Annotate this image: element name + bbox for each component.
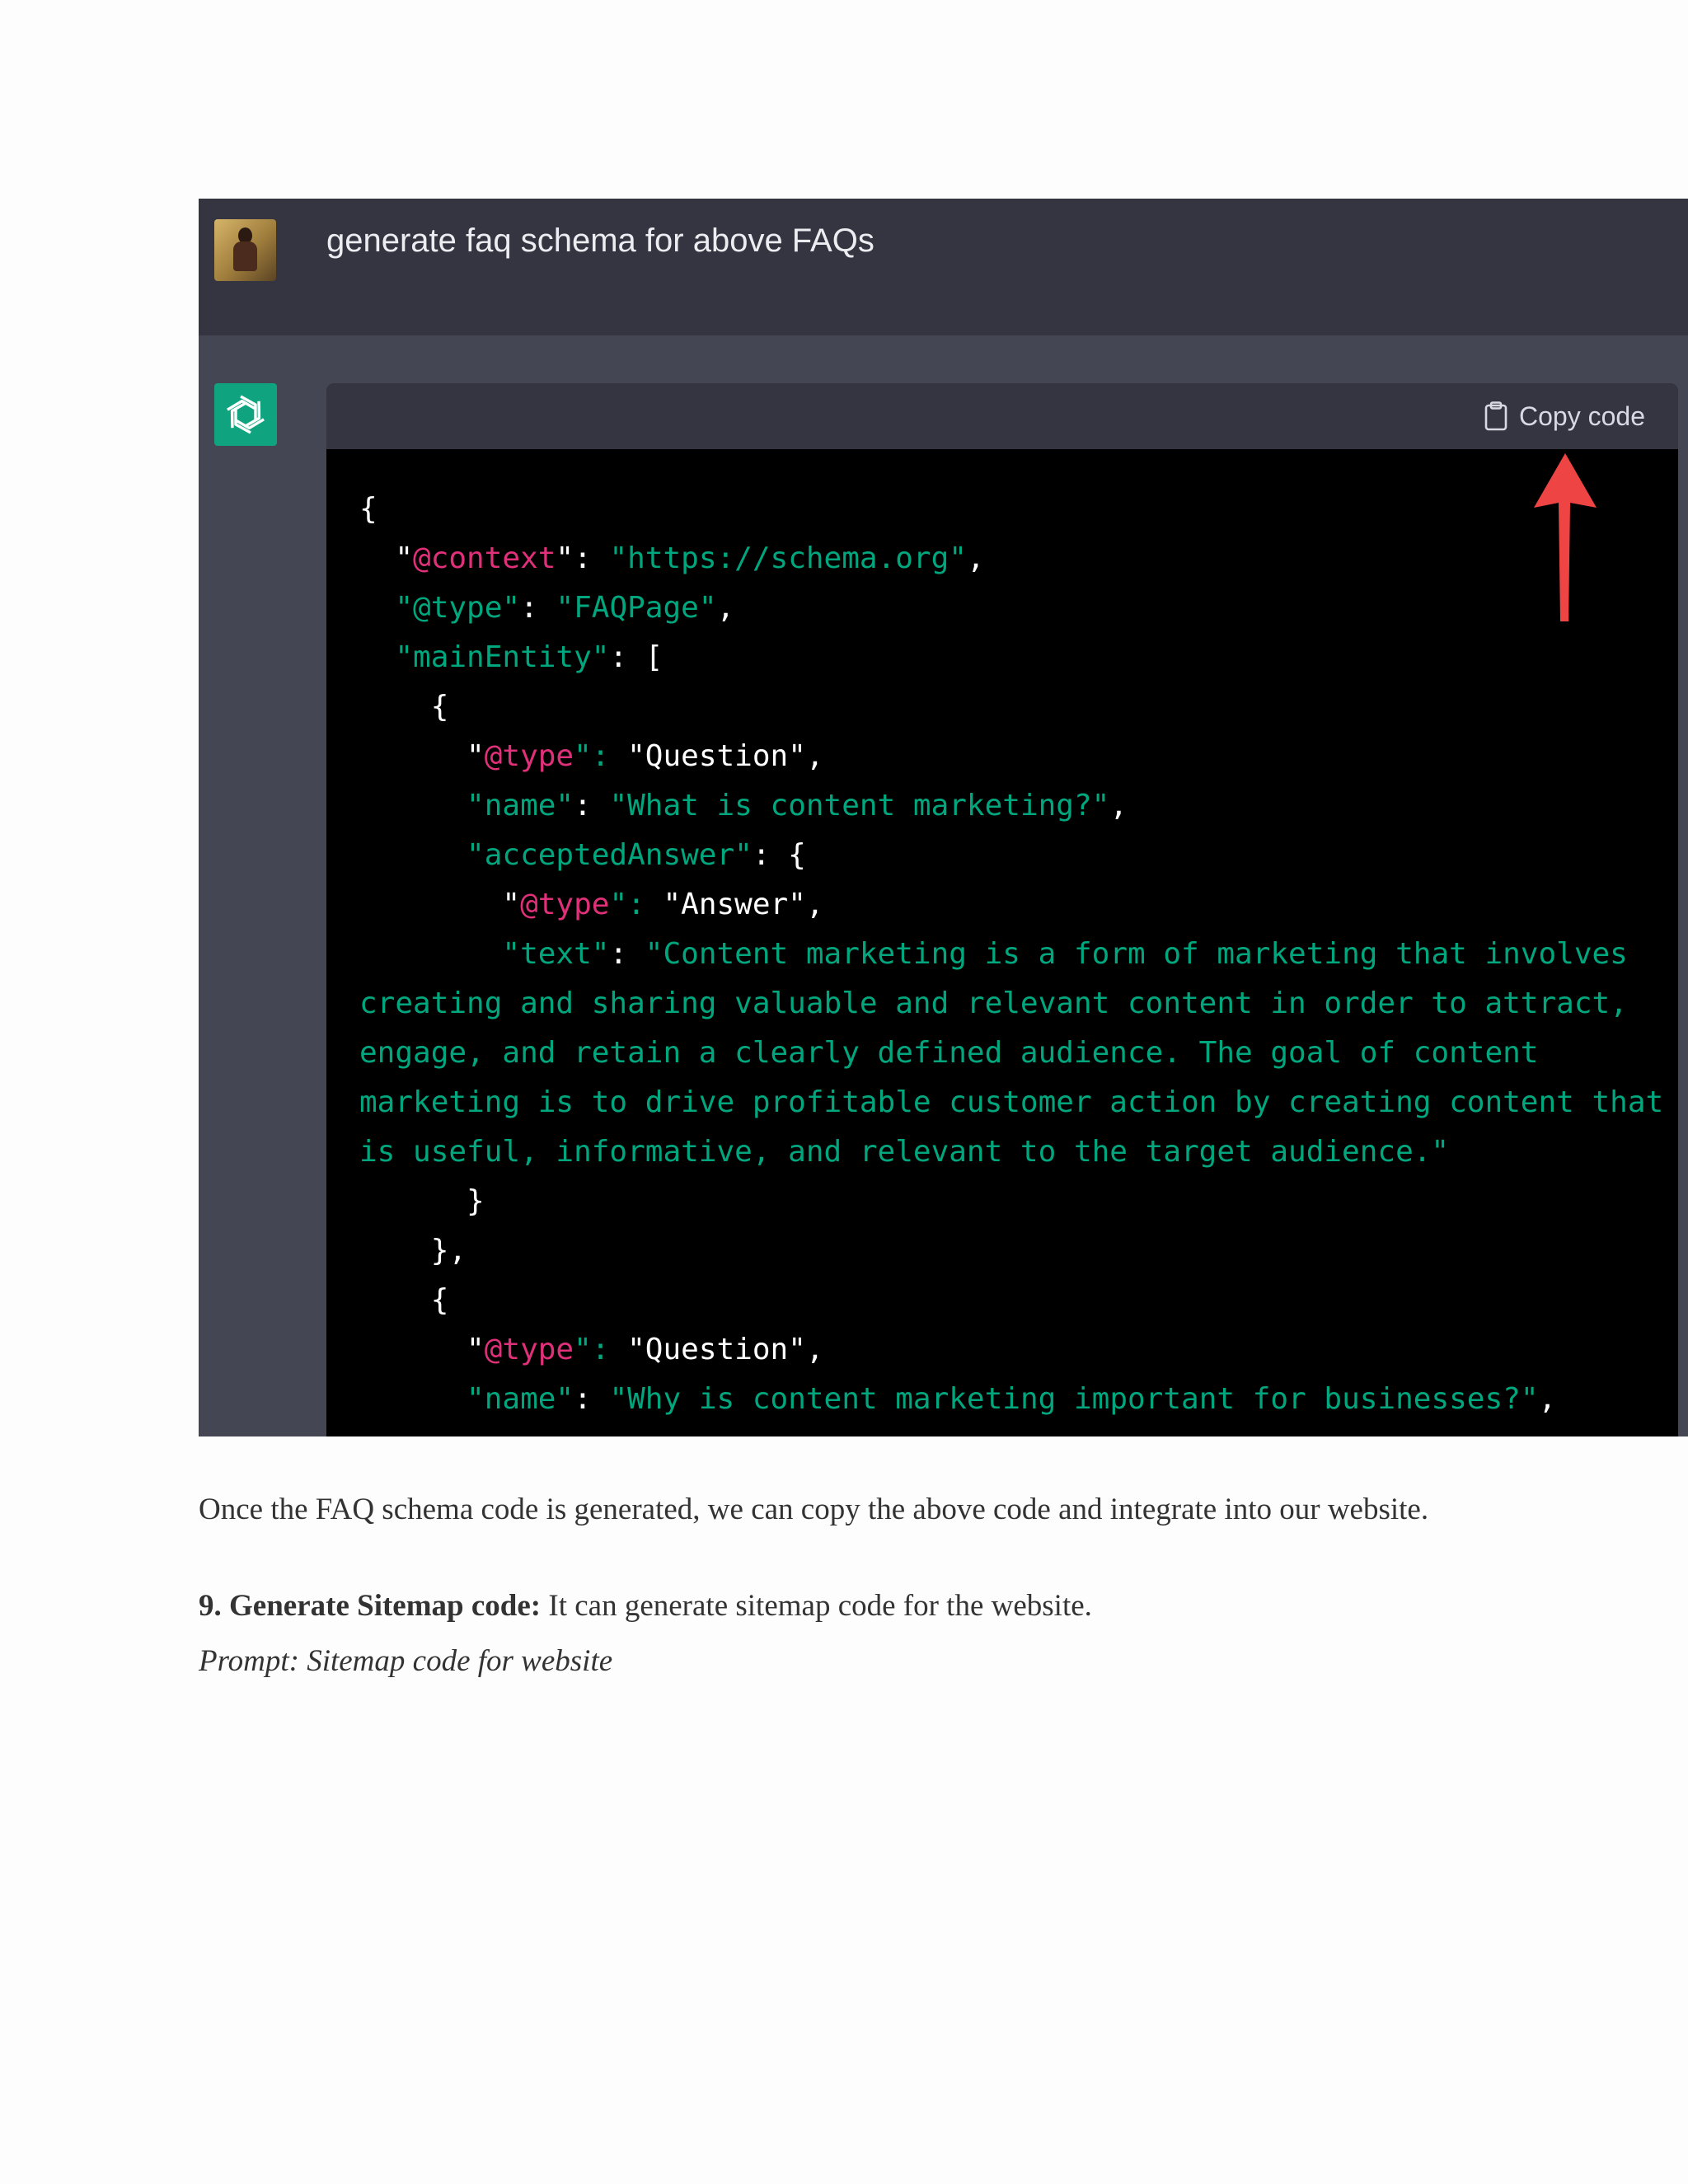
- paragraph-copy-code: Once the FAQ schema code is generated, w…: [199, 1493, 1429, 1526]
- code-token: },: [359, 1234, 467, 1268]
- code-token: ,: [1109, 789, 1128, 823]
- code-token: {: [359, 690, 449, 724]
- code-token: "name": [359, 789, 574, 823]
- copy-code-button[interactable]: Copy code: [1484, 396, 1645, 436]
- code-token: {: [359, 492, 377, 526]
- code-token: "name": [359, 1382, 574, 1416]
- code-content: { "@context": "https://schema.org", "@ty…: [326, 449, 1678, 1424]
- section-heading-9-text: It can generate sitemap code for the web…: [541, 1589, 1092, 1623]
- code-token: ": [359, 541, 414, 575]
- prompt-line: Prompt: Sitemap code for website: [199, 1643, 612, 1679]
- code-line: "@context": "https://schema.org",: [359, 541, 985, 575]
- code-token: ":: [574, 1333, 628, 1366]
- code-token: :: [574, 1382, 610, 1416]
- prompt-line-text: Prompt: Sitemap code for website: [199, 1644, 613, 1678]
- code-token: "mainEntity": [359, 640, 610, 674]
- chatgpt-screenshot: generate faq schema for above FAQs Copy …: [199, 199, 1688, 1436]
- user-avatar: [214, 219, 276, 281]
- code-line: "@type": "Question",: [359, 739, 824, 773]
- code-token: @context: [413, 541, 556, 575]
- code-token: "Why is content marketing important for …: [609, 1382, 1539, 1416]
- code-token: ":: [609, 888, 663, 921]
- code-token: : [: [609, 640, 663, 674]
- user-prompt-text: generate faq schema for above FAQs: [326, 223, 874, 259]
- code-token: ,: [966, 541, 985, 575]
- code-line: "@type": "FAQPage",: [359, 591, 734, 625]
- clipboard-icon: [1484, 401, 1507, 431]
- code-line: "text": "Content marketing is a form of …: [359, 937, 1628, 971]
- code-token: ":: [556, 541, 610, 575]
- code-line: }: [359, 1184, 485, 1218]
- code-token: {: [359, 1283, 449, 1317]
- code-token: creating and sharing valuable and releva…: [359, 987, 1628, 1020]
- code-block: Copy code { "@context": "https://schema.…: [326, 383, 1678, 1436]
- code-line: "@type": "Question",: [359, 1333, 824, 1366]
- user-message-row: generate faq schema for above FAQs: [199, 199, 1688, 335]
- section-heading-9: 9. Generate Sitemap code: It can generat…: [199, 1588, 1092, 1624]
- code-line: "name": "What is content marketing?",: [359, 789, 1128, 823]
- code-token: "@type": [359, 591, 521, 625]
- code-line: "name": "Why is content marketing import…: [359, 1382, 1556, 1416]
- code-token: "FAQPage": [556, 591, 717, 625]
- code-body: { "@context": "https://schema.org", "@ty…: [326, 449, 1678, 1436]
- code-token: }: [359, 1184, 485, 1218]
- code-token: ": [359, 1333, 485, 1366]
- code-token: "What is content marketing?": [609, 789, 1110, 823]
- code-line: creating and sharing valuable and releva…: [359, 987, 1628, 1020]
- code-token: @type: [484, 739, 574, 773]
- code-token: ":: [574, 739, 628, 773]
- code-token: engage, and retain a clearly defined aud…: [359, 1036, 1539, 1070]
- code-token: marketing is to drive profitable custome…: [359, 1085, 1664, 1119]
- section-heading-9-title: 9. Generate Sitemap code:: [199, 1589, 542, 1623]
- code-token: "Content marketing is a form of marketin…: [645, 937, 1628, 971]
- code-line: "acceptedAnswer": {: [359, 838, 806, 872]
- code-token: is useful, informative, and relevant to …: [359, 1135, 1450, 1169]
- code-token: ": [359, 739, 485, 773]
- code-token: "text": [359, 937, 610, 971]
- code-token: @type: [484, 1333, 574, 1366]
- chatgpt-logo-icon: [214, 383, 277, 446]
- code-token: : {: [752, 838, 806, 872]
- code-line: {: [359, 492, 377, 526]
- code-line: "@type": "Answer",: [359, 888, 824, 921]
- code-line: {: [359, 690, 449, 724]
- code-line: is useful, informative, and relevant to …: [359, 1135, 1449, 1169]
- code-token: :: [574, 789, 610, 823]
- code-token: :: [520, 591, 556, 625]
- code-token: "Question",: [627, 1333, 824, 1366]
- code-line: engage, and retain a clearly defined aud…: [359, 1036, 1538, 1070]
- code-block-header: Copy code: [326, 383, 1678, 449]
- code-token: :: [609, 937, 645, 971]
- code-line: {: [359, 1283, 449, 1317]
- code-token: ": [359, 888, 521, 921]
- code-token: "https://schema.org": [609, 541, 967, 575]
- code-token: ,: [716, 591, 735, 625]
- code-line: "mainEntity": [: [359, 640, 663, 674]
- code-token: "Answer",: [663, 888, 824, 921]
- code-token: "acceptedAnswer": [359, 838, 753, 872]
- code-token: ,: [1538, 1382, 1557, 1416]
- red-arrow-icon: [1534, 453, 1597, 621]
- code-token: @type: [520, 888, 610, 921]
- code-token: "Question",: [627, 739, 824, 773]
- code-line: marketing is to drive profitable custome…: [359, 1085, 1663, 1119]
- copy-code-label: Copy code: [1519, 401, 1645, 431]
- code-line: },: [359, 1234, 467, 1268]
